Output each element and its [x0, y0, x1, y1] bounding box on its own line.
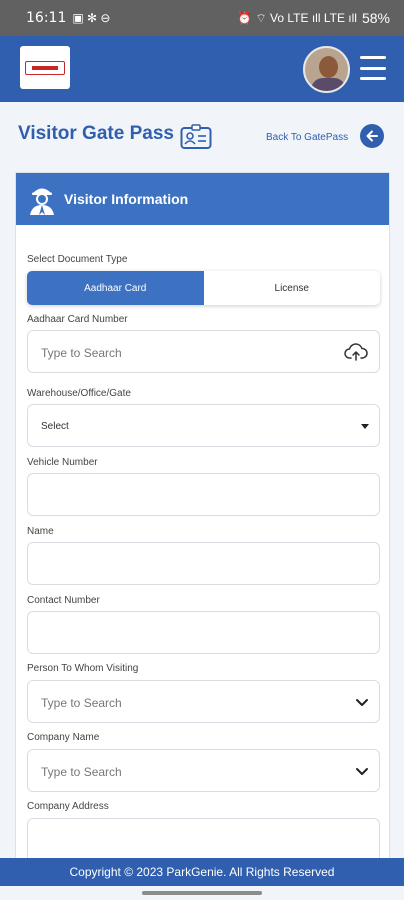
- status-time: 16:11: [26, 10, 67, 26]
- visitor-icon: [30, 188, 54, 215]
- company-address-label: Company Address: [27, 801, 109, 812]
- battery-level: 58%: [361, 10, 390, 26]
- title-bar: Visitor Gate Pass Back To GatePass: [0, 102, 404, 168]
- company-logo[interactable]: [20, 46, 70, 89]
- card-header: Visitor Information: [16, 173, 389, 225]
- status-right: ⏰ ⌔ Vo LTE ıll LTE ıll 58%: [237, 10, 390, 26]
- chevron-down-icon: [356, 699, 368, 706]
- document-type-label: Select Document Type: [27, 254, 128, 265]
- back-to-gatepass-link[interactable]: Back To GatePass: [266, 132, 348, 143]
- vehicle-number-label: Vehicle Number: [27, 457, 98, 468]
- card-title: Visitor Information: [64, 191, 189, 207]
- vehicle-number-input[interactable]: [27, 473, 380, 516]
- company-name-label: Company Name: [27, 732, 100, 743]
- avatar[interactable]: [303, 46, 350, 93]
- contact-number-input[interactable]: [27, 611, 380, 654]
- status-left: 16:11 ▣ ✻ ⊖: [26, 10, 110, 26]
- notification-icons: ▣ ✻ ⊖: [72, 11, 111, 25]
- chevron-down-icon: [356, 768, 368, 775]
- person-visiting-select[interactable]: Type to Search: [27, 680, 380, 723]
- system-nav-bar: [0, 886, 404, 900]
- aadhaar-number-label: Aadhaar Card Number: [27, 314, 128, 325]
- name-input[interactable]: [27, 542, 380, 585]
- aadhaar-number-input[interactable]: Type to Search: [27, 330, 380, 373]
- warehouse-select-value: Select: [41, 421, 69, 432]
- status-bar: 16:11 ▣ ✻ ⊖ ⏰ ⌔ Vo LTE ıll LTE ıll 58%: [0, 0, 404, 36]
- aadhaar-card-option[interactable]: Aadhaar Card: [27, 271, 204, 305]
- avatar-shirt: [311, 78, 346, 91]
- warehouse-label: Warehouse/Office/Gate: [27, 388, 131, 399]
- contact-number-label: Contact Number: [27, 595, 100, 606]
- app-header: [0, 36, 404, 102]
- name-label: Name: [27, 526, 54, 537]
- arrow-left-icon[interactable]: [360, 124, 384, 148]
- cloud-upload-icon[interactable]: [344, 342, 368, 362]
- logo-mark: [25, 60, 65, 75]
- company-name-select[interactable]: Type to Search: [27, 749, 380, 792]
- hamburger-menu-icon[interactable]: [360, 56, 386, 80]
- warehouse-select[interactable]: Select: [27, 404, 380, 447]
- person-visiting-label: Person To Whom Visiting: [27, 663, 139, 674]
- signal-icons: ⏰ ⌔ Vo LTE ıll LTE ıll: [237, 10, 357, 25]
- person-visiting-placeholder: Type to Search: [41, 696, 122, 710]
- footer: Copyright © 2023 ParkGenie. All Rights R…: [0, 858, 404, 886]
- company-name-placeholder: Type to Search: [41, 765, 122, 779]
- home-indicator[interactable]: [142, 891, 262, 895]
- copyright-text: Copyright © 2023 ParkGenie. All Rights R…: [69, 865, 335, 879]
- aadhaar-number-placeholder: Type to Search: [41, 346, 122, 360]
- caret-down-icon: [361, 424, 369, 429]
- page-title: Visitor Gate Pass: [18, 123, 174, 144]
- license-option[interactable]: License: [204, 271, 381, 305]
- id-card-icon: [180, 124, 212, 149]
- avatar-face: [319, 56, 338, 78]
- visitor-info-card: Visitor Information Select Document Type…: [15, 172, 390, 878]
- document-type-toggle: Aadhaar Card License: [27, 271, 380, 305]
